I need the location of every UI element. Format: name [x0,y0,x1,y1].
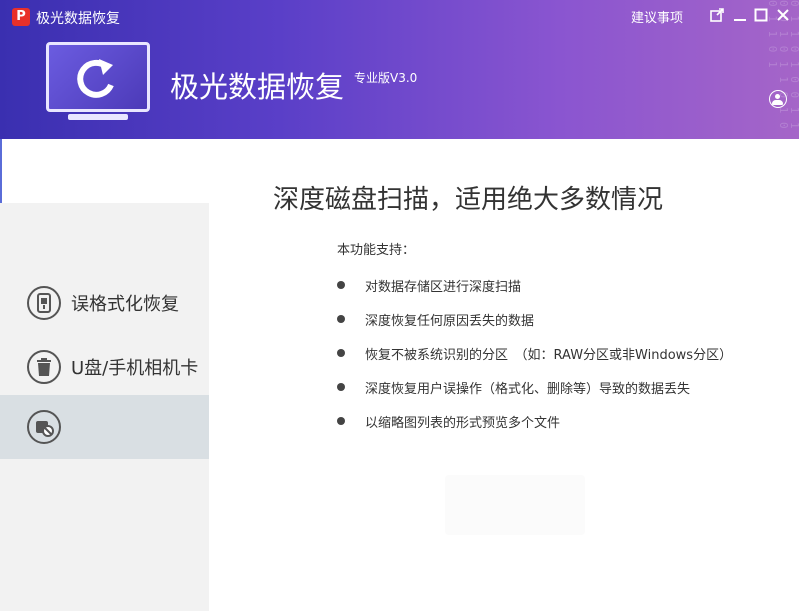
usb-drive-icon [27,286,61,320]
list-item: 深度恢复任何原因丢失的数据 [337,310,535,329]
page-title: 深度磁盘扫描，适用绝大多数情况 [273,185,664,215]
share-icon[interactable] [709,8,725,24]
trash-icon [27,350,61,384]
sidebar-item-deep-scan[interactable] [0,395,209,459]
monitor-screen [46,42,150,112]
disk-scan-icon [27,410,61,444]
sidebar-item-format-recovery[interactable]: 误格式化恢复 [0,271,209,335]
bullet-icon [337,383,345,391]
minimize-icon[interactable] [732,8,748,24]
header-banner: 0 1 1 0 1 0 0 1 1 0 0 1 0 1 1 0 1 0 0 1 … [0,0,799,139]
feature-text: 以缩略图列表的形式预览多个文件 [365,415,561,431]
monitor-logo [46,42,150,122]
bullet-icon [337,349,345,357]
feature-text: 深度恢复用户误操作（格式化、删除等）导致的数据丢失 [365,381,691,397]
feature-text: 对数据存储区进行深度扫描 [365,279,522,295]
sidebar-item-label: U盘/手机相机卡 [71,358,199,379]
maximize-icon[interactable] [753,8,769,24]
sidebar-accent [0,139,2,203]
edition-label: 专业版V3.0 [354,71,418,85]
window-title: 极光数据恢复 [36,11,120,27]
support-title: 本功能支持： [337,243,416,258]
feature-text: 深度恢复任何原因丢失的数据 [365,313,535,329]
close-icon[interactable] [775,8,791,24]
app-name: 极光数据恢复 [170,70,345,104]
feature-text: 恢复不被系统识别的分区 （如：RAW分区或非Windows分区） [365,347,733,363]
sidebar-item-label: 误格式化恢复 [71,294,179,315]
suggest-link[interactable]: 建议事项 [631,7,683,26]
list-item: 深度恢复用户误操作（格式化、删除等）导致的数据丢失 [337,378,691,397]
list-item: 恢复不被系统识别的分区 （如：RAW分区或非Windows分区） [337,344,733,363]
bullet-icon [337,417,345,425]
list-item: 以缩略图列表的形式预览多个文件 [337,412,561,431]
bullet-icon [337,315,345,323]
sidebar-item-usb-card[interactable]: U盘/手机相机卡 [0,335,209,399]
app-logo-icon: P [12,8,30,26]
user-icon[interactable] [769,90,787,108]
monitor-stand [68,114,128,120]
refresh-arrow-icon [77,59,114,98]
start-scan-button[interactable] [445,475,585,535]
bullet-icon [337,281,345,289]
sidebar: 误格式化恢复 U盘/手机相机卡 [0,203,209,611]
list-item: 对数据存储区进行深度扫描 [337,276,522,295]
